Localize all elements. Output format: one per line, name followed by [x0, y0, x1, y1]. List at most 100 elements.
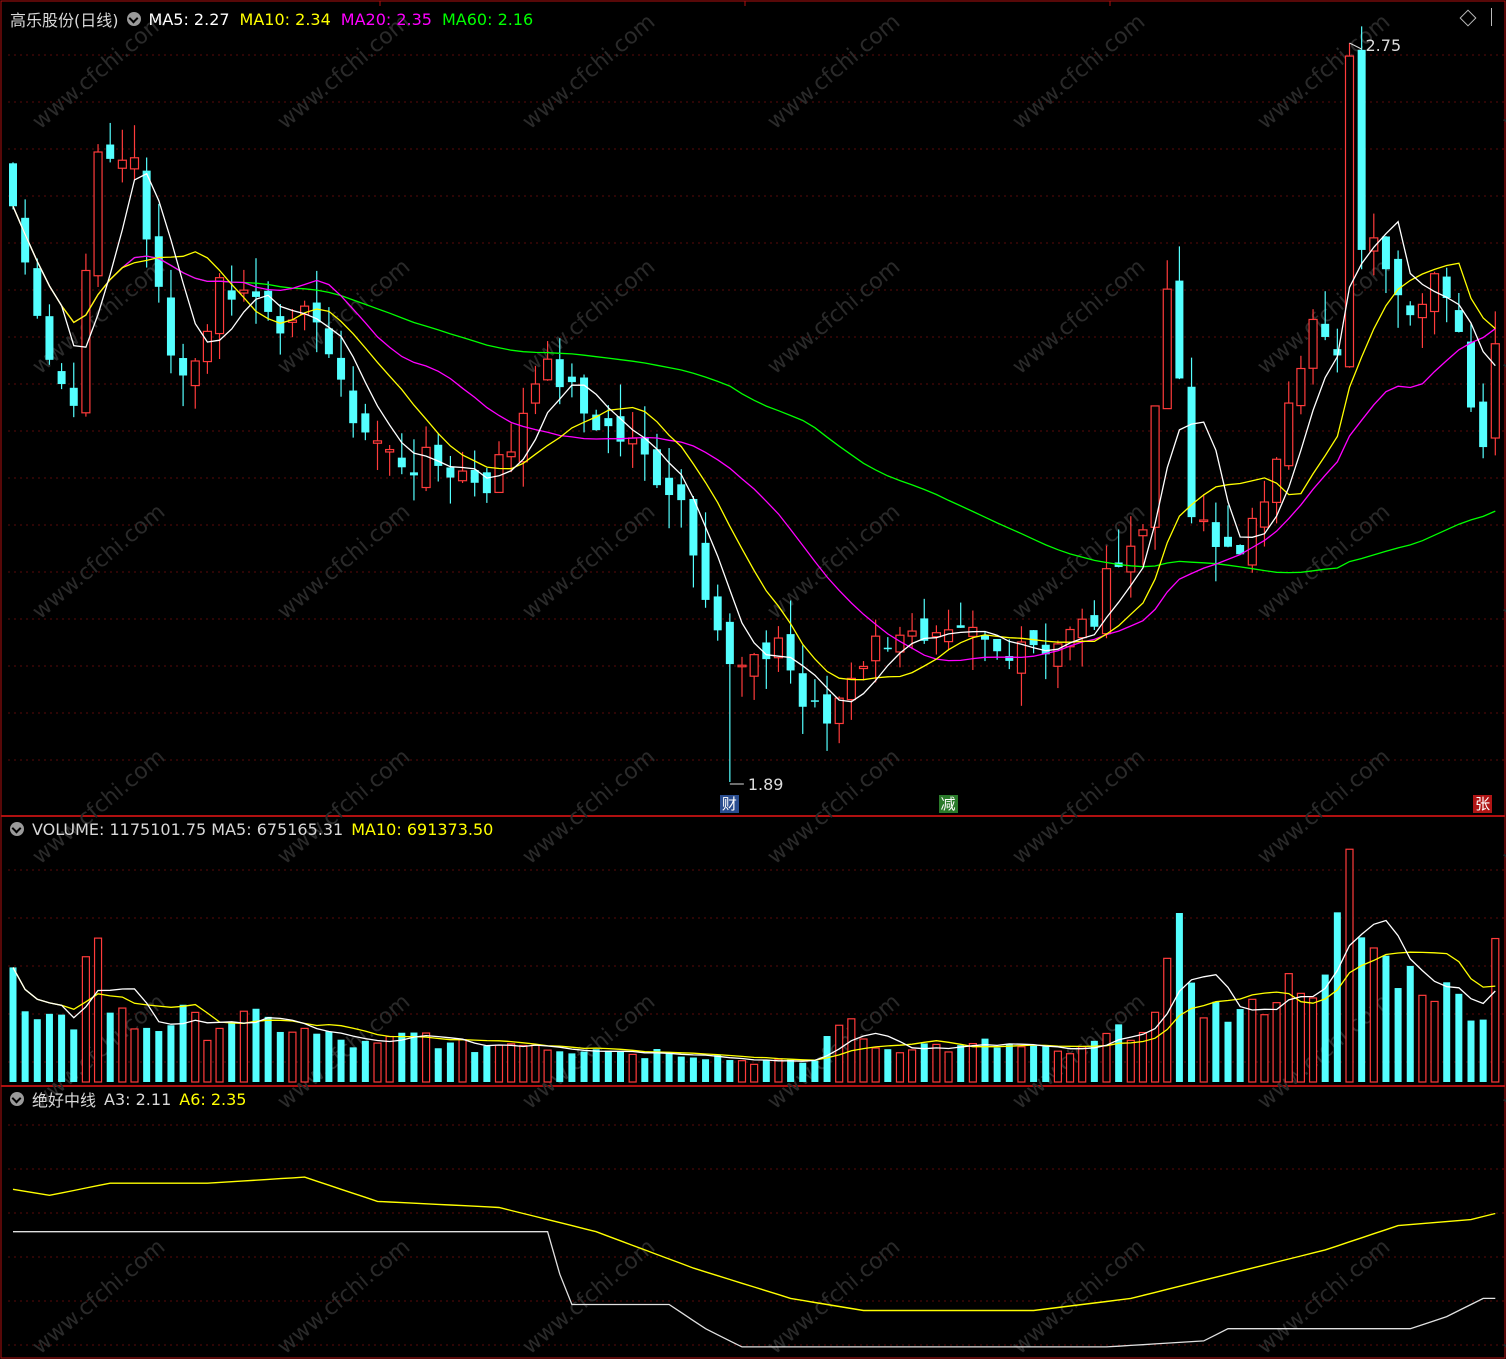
candle-body	[810, 700, 819, 702]
ma-legend: MA5: 2.27 MA10: 2.34 MA20: 2.35 MA60: 2.16	[149, 10, 534, 29]
volume-bar	[859, 1038, 868, 1083]
volume-bar	[1102, 1032, 1111, 1083]
volume-bar	[106, 1012, 114, 1082]
volume-bar	[422, 1032, 431, 1083]
volume-ma10-value: 691373.50	[406, 819, 494, 839]
volume-bar	[130, 1028, 139, 1083]
watermark-text: www.cfchi.com	[518, 254, 660, 379]
candle-body	[555, 359, 564, 388]
volume-bar	[1212, 1001, 1220, 1082]
ma-legend-item: MA60: 2.16	[441, 9, 534, 29]
volume-bar	[228, 1023, 236, 1082]
volume-bar	[483, 1045, 491, 1082]
candle-body	[1406, 305, 1415, 316]
watermark-text: www.cfchi.com	[763, 254, 905, 379]
volume-bar	[677, 1056, 685, 1082]
candle-body	[1381, 236, 1390, 270]
candle-body	[871, 635, 881, 662]
volume-bar	[1224, 1021, 1232, 1082]
event-marker[interactable]: 减	[938, 795, 958, 813]
candle-body	[1138, 529, 1148, 537]
volume-bar	[726, 1060, 734, 1082]
volume-bar	[556, 1051, 564, 1082]
candle-body	[773, 637, 784, 659]
indicator-name: 绝好中线	[32, 1091, 97, 1110]
volume-bar	[993, 1047, 1001, 1082]
candle-body	[421, 446, 431, 489]
candle-body	[385, 448, 395, 453]
candle-body	[57, 371, 66, 385]
volume-bar	[653, 1049, 661, 1082]
candle-body	[166, 297, 175, 356]
candle-body	[361, 413, 370, 433]
volume-bar	[1296, 992, 1306, 1083]
candle-body	[1296, 367, 1306, 407]
volume-label: VOLUME:	[32, 819, 105, 839]
candle-body	[81, 269, 91, 414]
volume-bar	[714, 1055, 722, 1082]
chevron-down-icon[interactable]	[10, 822, 24, 836]
candle-body	[616, 416, 625, 442]
volume-bar	[1467, 1020, 1475, 1082]
volume-bar	[1150, 1011, 1160, 1083]
period-label: (日线)	[74, 11, 119, 30]
volume-bar	[811, 1060, 819, 1082]
a6-label: A6:	[179, 1089, 206, 1109]
volume-bar	[1042, 1046, 1050, 1082]
volume-bar	[155, 1031, 163, 1082]
volume-ma10-label: MA10:	[351, 819, 402, 839]
candle-body	[920, 618, 929, 641]
a3-label: A3:	[104, 1089, 131, 1109]
volume-bar	[1030, 1045, 1038, 1082]
candle-body	[542, 358, 553, 381]
candle-body	[1417, 303, 1428, 319]
scroll-handle[interactable]	[1491, 8, 1492, 26]
watermark-text: www.cfchi.com	[1253, 744, 1395, 869]
candle-body	[1077, 618, 1087, 639]
stock-name: 高乐股份	[10, 11, 75, 30]
volume-bar	[944, 1051, 953, 1083]
candle-body	[264, 290, 273, 312]
candle-body	[1162, 288, 1172, 410]
candle-body	[1126, 545, 1136, 573]
candle-body	[129, 157, 140, 170]
volume-bar	[871, 1047, 880, 1083]
watermark-text: www.cfchi.com	[273, 1234, 415, 1359]
indicator-panel[interactable]	[12, 1176, 1496, 1348]
candle-body	[713, 596, 722, 631]
a3-value: 2.11	[135, 1089, 172, 1109]
chevron-down-icon[interactable]	[126, 12, 141, 26]
watermark-text: www.cfchi.com	[1253, 1234, 1395, 1359]
candle-body	[956, 625, 965, 628]
chevron-down-icon[interactable]	[10, 1092, 24, 1106]
volume-bar	[1175, 913, 1183, 1082]
candle-body	[227, 290, 236, 300]
candle-body	[846, 677, 856, 701]
volume-bar	[1369, 947, 1378, 1083]
volume-bar	[1163, 957, 1172, 1083]
volume-bar	[737, 1060, 747, 1083]
candle-body	[397, 457, 406, 468]
candle-body	[214, 277, 225, 335]
watermark-text: www.cfchi.com	[273, 744, 415, 869]
candle-body	[202, 330, 212, 363]
volume-bar	[884, 1049, 892, 1082]
volume-bar	[179, 1004, 187, 1082]
volume-bar	[1236, 1009, 1244, 1082]
volume-bar	[1272, 1002, 1281, 1083]
volume-bar	[361, 1040, 369, 1082]
volume-bar	[592, 1049, 600, 1082]
candle-body	[1321, 323, 1330, 337]
volume-bar	[774, 1058, 783, 1083]
event-marker[interactable]: 张	[1473, 795, 1493, 813]
volume-bar	[93, 937, 103, 1083]
candle-body	[1211, 522, 1220, 547]
ma-legend-item: MA5: 2.27	[148, 9, 230, 29]
volume-bar	[750, 1063, 759, 1083]
price-panel[interactable]: 2.75 1.89	[9, 26, 1500, 794]
candle-body	[907, 630, 917, 637]
candle-body	[1199, 519, 1209, 523]
event-marker[interactable]: 财	[719, 795, 739, 813]
candle-body	[1101, 568, 1112, 635]
volume-bar	[21, 1011, 29, 1082]
